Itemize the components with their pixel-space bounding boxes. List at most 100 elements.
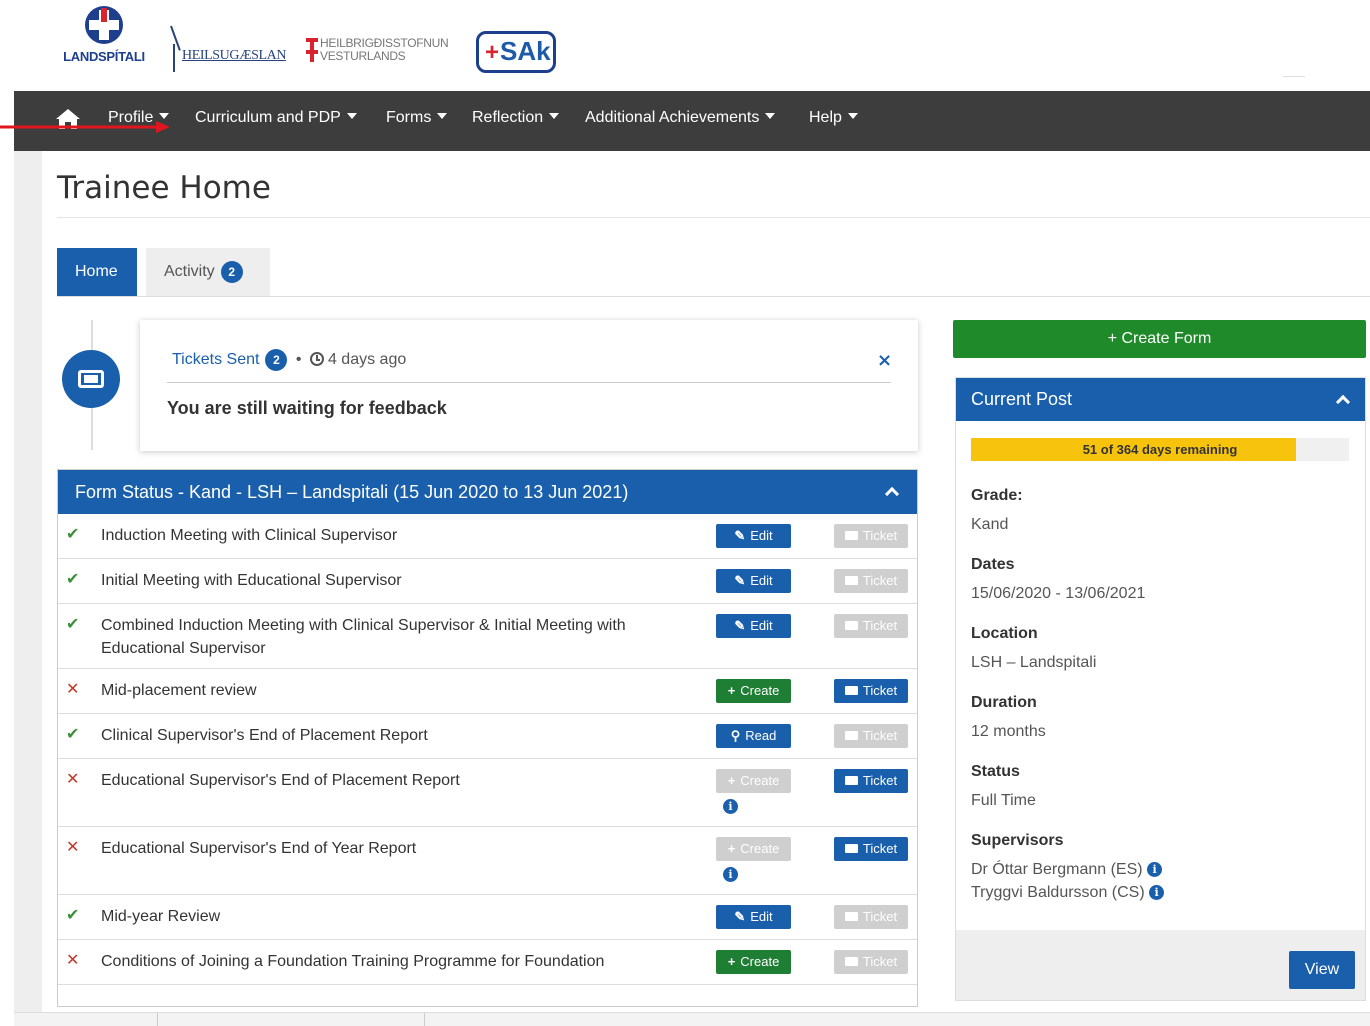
info-icon[interactable]: i bbox=[1149, 885, 1165, 900]
create-button[interactable]: + Create bbox=[716, 837, 791, 861]
hve-mark-icon bbox=[306, 38, 318, 62]
info-icon[interactable]: i bbox=[723, 799, 738, 814]
current-post-panel: Current Post 51 of 364 days remaining Gr… bbox=[955, 377, 1366, 1001]
pencil-icon: ✎ bbox=[734, 528, 746, 543]
nav-curriculum-pdp[interactable]: Curriculum and PDP bbox=[195, 109, 357, 127]
ticket-button[interactable]: Ticket bbox=[834, 724, 908, 748]
button-label: Create bbox=[740, 841, 780, 856]
check-icon: ✔ bbox=[66, 569, 80, 588]
ticket-button[interactable]: Ticket bbox=[834, 679, 908, 703]
tickets-sent-link[interactable]: Tickets Sent bbox=[172, 351, 259, 368]
cross-icon: ✕ bbox=[66, 950, 80, 969]
caret-down-icon bbox=[549, 113, 560, 119]
figure-icon bbox=[164, 26, 184, 72]
ticket-button[interactable]: Ticket bbox=[834, 769, 908, 793]
hve-logo-line1: HEILBRIGÐISSTOFNUN bbox=[320, 36, 449, 50]
edit-button[interactable]: ✎ Edit bbox=[716, 614, 791, 638]
ticket-icon bbox=[844, 524, 858, 548]
button-label: Ticket bbox=[862, 618, 898, 633]
heilsugaeslan-logo[interactable]: HEILSUGÆSLAN bbox=[160, 26, 296, 74]
tab-home[interactable]: Home bbox=[57, 248, 137, 296]
check-icon: ✔ bbox=[66, 724, 80, 743]
hve-logo[interactable]: HEILBRIGÐISSTOFNUN VESTURLANDS bbox=[306, 36, 470, 76]
logo-bar: LANDSPÍTALI HEILSUGÆSLAN HEILBRIGÐISSTOF… bbox=[0, 0, 1370, 92]
divider bbox=[57, 296, 1370, 297]
button-label: Ticket bbox=[862, 909, 898, 924]
create-button[interactable]: + Create bbox=[716, 769, 791, 793]
form-name: Combined Induction Meeting with Clinical… bbox=[101, 617, 626, 657]
tab-activity-label: Activity bbox=[164, 263, 215, 280]
button-label: Read bbox=[745, 728, 777, 743]
landspitali-logo[interactable]: LANDSPÍTALI bbox=[52, 6, 156, 68]
ticket-button[interactable]: Ticket bbox=[834, 905, 908, 929]
check-icon: ✔ bbox=[66, 905, 80, 924]
chevron-up-icon[interactable] bbox=[884, 486, 900, 502]
clock-icon bbox=[309, 352, 324, 366]
hve-logo-line2: VESTURLANDS bbox=[320, 49, 406, 63]
ticket-icon bbox=[844, 569, 858, 593]
button-label: Edit bbox=[750, 528, 773, 543]
button-label: Ticket bbox=[862, 728, 898, 743]
nav-help[interactable]: Help bbox=[809, 109, 858, 127]
tickets-count-badge: 2 bbox=[265, 349, 288, 371]
form-status-header[interactable]: Form Status - Kand - LSH – Landspitali (… bbox=[58, 470, 917, 514]
create-button[interactable]: + Create bbox=[716, 679, 791, 703]
form-row: ✕ Mid-placement review + Create Ticket bbox=[58, 669, 917, 714]
form-row: ✔ Initial Meeting with Educational Superv… bbox=[58, 559, 917, 604]
nav-forms[interactable]: Forms bbox=[386, 109, 448, 127]
plus-icon: + bbox=[727, 841, 736, 856]
cross-icon: ✕ bbox=[66, 769, 80, 788]
nav-additional-achievements[interactable]: Additional Achievements bbox=[585, 109, 776, 127]
notification-message: You are still waiting for feedback bbox=[167, 398, 447, 418]
current-post-header[interactable]: Current Post bbox=[956, 378, 1365, 421]
nav-reflection[interactable]: Reflection bbox=[472, 109, 560, 127]
annotation-arrow-icon bbox=[0, 121, 170, 133]
ticket-button[interactable]: Ticket bbox=[834, 614, 908, 638]
ticket-button[interactable]: Ticket bbox=[834, 524, 908, 548]
caret-down-icon bbox=[159, 113, 170, 119]
caret-down-icon bbox=[346, 113, 357, 119]
supervisors-label: Supervisors bbox=[971, 832, 1064, 849]
read-button[interactable]: ⚲ Read bbox=[716, 724, 791, 748]
view-button[interactable]: View bbox=[1289, 951, 1355, 989]
button-label: Ticket bbox=[862, 528, 898, 543]
edit-button[interactable]: ✎ Edit bbox=[716, 569, 791, 593]
tab-activity[interactable]: Activity 2 bbox=[146, 248, 270, 296]
notification-header: Tickets Sent 2 • 4 days ago bbox=[172, 349, 406, 371]
ticket-button[interactable]: Ticket bbox=[834, 837, 908, 861]
ticket-icon bbox=[844, 679, 858, 703]
button-label: Ticket bbox=[862, 954, 898, 969]
status-value: Full Time bbox=[971, 792, 1036, 809]
caret-down-icon bbox=[437, 113, 448, 119]
form-row: ✔ Mid-year Review ✎ Edit Ticket bbox=[58, 895, 917, 940]
ticket-button[interactable]: Ticket bbox=[834, 950, 908, 974]
status-label: Status bbox=[971, 763, 1020, 780]
form-row: ✕ Conditions of Joining a Foundation Trai… bbox=[58, 940, 917, 985]
button-label: Ticket bbox=[862, 573, 898, 588]
separator-dot: • bbox=[295, 351, 302, 368]
plus-icon: + bbox=[727, 773, 736, 788]
ticket-icon bbox=[844, 724, 858, 748]
form-name: Conditions of Joining a Foundation Train… bbox=[101, 953, 605, 970]
create-button[interactable]: + Create bbox=[716, 950, 791, 974]
button-label: Create bbox=[740, 683, 780, 698]
form-status-title: Form Status - Kand - LSH – Landspitali (… bbox=[75, 482, 629, 502]
form-row: ✕ Educational Supervisor's End of Placeme… bbox=[58, 759, 917, 827]
sak-logo[interactable]: +SAk bbox=[476, 31, 556, 73]
create-form-button[interactable]: + Create Form bbox=[953, 320, 1366, 358]
main-nav: Profile Curriculum and PDP Forms Reflect… bbox=[14, 91, 1370, 151]
grade-value: Kand bbox=[971, 516, 1009, 533]
edit-button[interactable]: ✎ Edit bbox=[716, 524, 791, 548]
info-icon[interactable]: i bbox=[723, 867, 738, 882]
ticket-icon bbox=[844, 905, 858, 929]
caret-down-icon bbox=[847, 113, 858, 119]
dates-value: 15/06/2020 - 13/06/2021 bbox=[971, 585, 1146, 602]
red-cross-icon bbox=[82, 6, 126, 44]
info-icon[interactable]: i bbox=[1147, 862, 1163, 877]
chevron-up-icon[interactable] bbox=[1335, 394, 1351, 410]
edit-button[interactable]: ✎ Edit bbox=[716, 905, 791, 929]
notification-card: Tickets Sent 2 • 4 days ago × You are sti… bbox=[140, 320, 918, 451]
close-icon[interactable]: × bbox=[877, 350, 892, 371]
ticket-button[interactable]: Ticket bbox=[834, 569, 908, 593]
caret-down-icon bbox=[765, 113, 776, 119]
